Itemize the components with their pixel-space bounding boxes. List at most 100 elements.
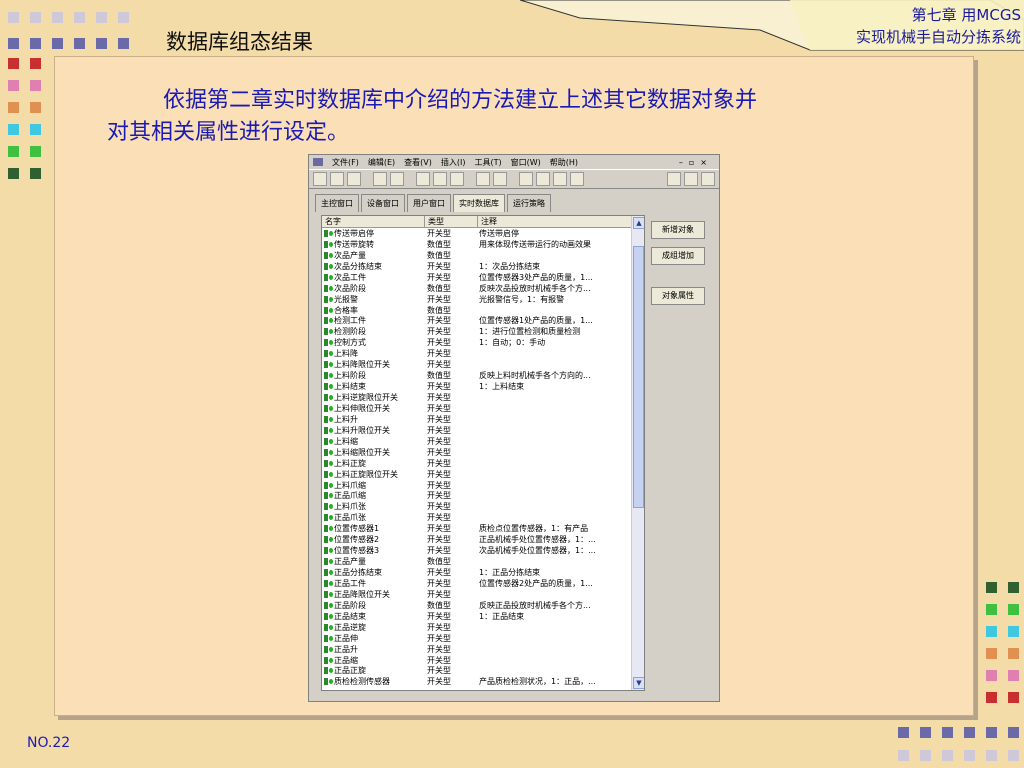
check-icon[interactable] — [684, 172, 698, 186]
menu-file[interactable]: 文件(F) — [332, 157, 359, 168]
table-row[interactable]: 传送带旋转 数值型 用来体现传送带运行的动画效果 — [322, 239, 644, 250]
table-row[interactable]: 上料爪张 开关型 — [322, 501, 644, 512]
column-type-header[interactable]: 类型 — [425, 216, 478, 227]
table-row[interactable]: 正品工件 开关型 位置传感器2处产品的质量，1... — [322, 578, 644, 589]
scroll-up-icon[interactable]: ▲ — [633, 217, 644, 229]
table-row[interactable]: 正品爪张 开关型 — [322, 512, 644, 523]
table-row[interactable]: 正品结束 开关型 1：正品结束 — [322, 611, 644, 622]
tab-user-window[interactable]: 用户窗口 — [407, 194, 451, 212]
data-object-list: 名字 类型 注释 传送带启停 开关型 传送带启停 传送带旋转 数值型 用来体现传送带运行的… — [321, 215, 645, 691]
type-cell: 开关型 — [427, 568, 451, 578]
table-row[interactable]: 位置传感器3 开关型 次品机械手处位置传感器，1：... — [322, 545, 644, 556]
table-row[interactable]: 上料正旋限位开关 开关型 — [322, 469, 644, 480]
chapter-label: 第七章 用MCGS 实现机械手自动分拣系统 — [795, 4, 1021, 48]
object-name: 上料阶段 — [334, 371, 366, 381]
table-row[interactable]: 正品产量 数值型 — [322, 556, 644, 567]
sort-icon[interactable] — [519, 172, 533, 186]
table-row[interactable]: 正品降限位开关 开关型 — [322, 589, 644, 600]
table-row[interactable]: 位置传感器2 开关型 正品机械手处位置传感器，1：... — [322, 534, 644, 545]
table-row[interactable]: 检测阶段 开关型 1：进行位置检测和质量检测 — [322, 326, 644, 337]
menu-view[interactable]: 查看(V) — [404, 157, 432, 168]
table-row[interactable]: 上料爪缩 开关型 — [322, 480, 644, 491]
table-row[interactable]: 正品伸 开关型 — [322, 633, 644, 644]
table-row[interactable]: 上料逆旋限位开关 开关型 — [322, 392, 644, 403]
data-object-icon — [324, 579, 333, 587]
table-row[interactable]: 上料结束 开关型 1：上料结束 — [322, 381, 644, 392]
table-row[interactable]: 检测工件 开关型 位置传感器1处产品的质量，1... — [322, 316, 644, 327]
table-row[interactable]: 次品工件 开关型 位置传感器3处产品的质量，1... — [322, 272, 644, 283]
table-row[interactable]: 传送带启停 开关型 传送带启停 — [322, 228, 644, 239]
decor-square — [942, 727, 953, 738]
table-row[interactable]: 质检检测传感器 开关型 产品质检检测状况，1：正品，... — [322, 676, 644, 687]
table-row[interactable]: 上料升限位开关 开关型 — [322, 425, 644, 436]
undo-icon[interactable] — [476, 172, 490, 186]
column-comment-header[interactable]: 注释 — [478, 216, 644, 227]
scroll-thumb[interactable] — [633, 246, 644, 508]
properties-icon[interactable] — [667, 172, 681, 186]
object-name: 光报警 — [334, 294, 358, 304]
vertical-scrollbar[interactable]: ▲ ▼ — [631, 216, 644, 690]
table-row[interactable]: 次品阶段 数值型 反映次品投放时机械手各个方... — [322, 283, 644, 294]
list-icon[interactable] — [553, 172, 567, 186]
table-row[interactable]: 合格率 数值型 — [322, 305, 644, 316]
name-cell: 次品产量 — [322, 250, 424, 261]
redo-icon[interactable] — [493, 172, 507, 186]
column-name-header[interactable]: 名字 — [322, 216, 425, 227]
type-cell: 开关型 — [427, 447, 451, 457]
paste-icon[interactable] — [450, 172, 464, 186]
table-row[interactable]: 正品正旋 开关型 — [322, 666, 644, 677]
name-cell: 位置传感器2 — [322, 534, 424, 545]
object-name: 上料爪缩 — [334, 480, 366, 490]
data-object-icon — [324, 569, 333, 577]
table-row[interactable]: 上料升 开关型 — [322, 414, 644, 425]
table-row[interactable]: 上料缩限位开关 开关型 — [322, 447, 644, 458]
table-row[interactable]: 控制方式 开关型 1：自动；0：手动 — [322, 337, 644, 348]
comment-cell: 1：自动；0：手动 — [479, 338, 546, 348]
table-row[interactable]: 正品逆旋 开关型 — [322, 622, 644, 633]
tree-icon[interactable] — [536, 172, 550, 186]
table-row[interactable]: 正品分拣结束 开关型 1：正品分拣结束 — [322, 567, 644, 578]
table-row[interactable]: 上料正旋 开关型 — [322, 458, 644, 469]
batch-add-button[interactable]: 成组增加 — [651, 247, 705, 265]
table-row[interactable]: 正品爪缩 开关型 — [322, 491, 644, 502]
table-row[interactable]: 上料伸限位开关 开关型 — [322, 403, 644, 414]
copy-icon[interactable] — [433, 172, 447, 186]
print-icon[interactable] — [373, 172, 387, 186]
comment-cell: 1：进行位置检测和质量检测 — [479, 327, 581, 337]
save-icon[interactable] — [347, 172, 361, 186]
table-row[interactable]: 上料阶段 数值型 反映上料时机械手各个方向的... — [322, 370, 644, 381]
decor-square — [986, 648, 997, 659]
table-row[interactable]: 次品产量 数值型 — [322, 250, 644, 261]
menu-edit[interactable]: 编辑(E) — [368, 157, 395, 168]
comment-cell: 位置传感器2处产品的质量，1... — [479, 578, 593, 588]
preview-icon[interactable] — [390, 172, 404, 186]
type-cell: 数值型 — [427, 371, 451, 381]
menu-tools[interactable]: 工具(T) — [474, 157, 501, 168]
tab-realtime-database[interactable]: 实时数据库 — [453, 194, 505, 212]
table-row[interactable]: 正品升 开关型 — [322, 644, 644, 655]
table-row[interactable]: 位置传感器1 开关型 质检点位置传感器，1：有产品 — [322, 523, 644, 534]
table-row[interactable]: 正品阶段 数值型 反映正品投放时机械手各个方... — [322, 600, 644, 611]
scroll-down-icon[interactable]: ▼ — [633, 677, 644, 689]
grid-icon[interactable] — [570, 172, 584, 186]
add-object-button[interactable]: 新增对象 — [651, 221, 705, 239]
run-icon[interactable] — [701, 172, 715, 186]
table-row[interactable]: 次品分拣结束 开关型 1：次品分拣结束 — [322, 261, 644, 272]
table-row[interactable]: 上料降 开关型 — [322, 348, 644, 359]
table-row[interactable]: 上料降限位开关 开关型 — [322, 359, 644, 370]
open-icon[interactable] — [330, 172, 344, 186]
object-properties-button[interactable]: 对象属性 — [651, 287, 705, 305]
cut-icon[interactable] — [416, 172, 430, 186]
tab-device-window[interactable]: 设备窗口 — [361, 194, 405, 212]
table-row[interactable]: 光报警 开关型 光报警信号，1：有报警 — [322, 294, 644, 305]
table-row[interactable]: 正品缩 开关型 — [322, 655, 644, 666]
menu-insert[interactable]: 插入(I) — [441, 157, 466, 168]
menu-window[interactable]: 窗口(W) — [511, 157, 541, 168]
new-icon[interactable] — [313, 172, 327, 186]
tab-main-window[interactable]: 主控窗口 — [315, 194, 359, 212]
tab-run-strategy[interactable]: 运行策略 — [507, 194, 551, 212]
data-object-icon — [324, 437, 333, 445]
table-row[interactable]: 上料缩 开关型 — [322, 436, 644, 447]
menu-help[interactable]: 帮助(H) — [550, 157, 578, 168]
window-controls-icon[interactable]: –▫× — [679, 158, 713, 167]
